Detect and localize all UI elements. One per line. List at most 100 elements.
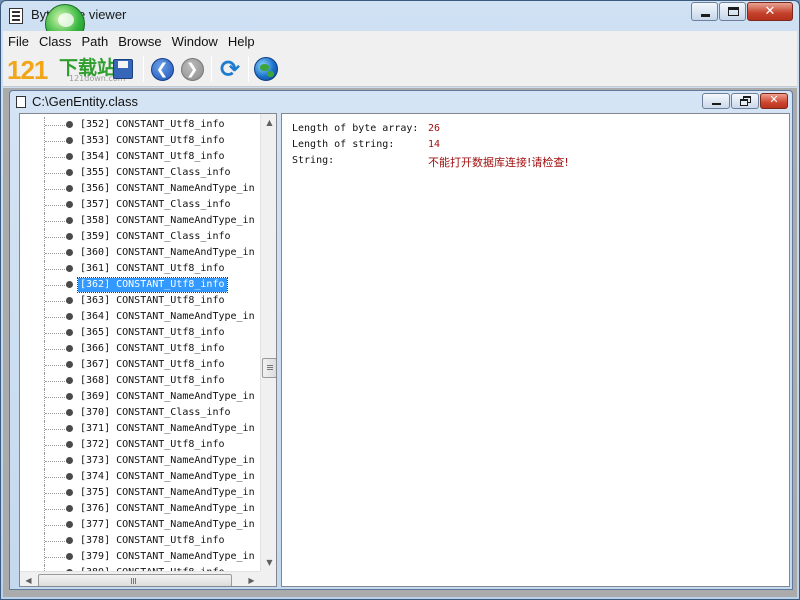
horizontal-scroll-thumb[interactable]: [38, 574, 232, 586]
tree-item[interactable]: [356] CONSTANT_NameAndType_in: [20, 181, 258, 197]
tree-item[interactable]: [355] CONSTANT_Class_info: [20, 165, 258, 181]
scroll-down-icon[interactable]: ▼: [261, 554, 276, 571]
save-icon: [113, 59, 133, 79]
tree-item[interactable]: [373] CONSTANT_NameAndType_in: [20, 453, 258, 469]
tree-item[interactable]: [360] CONSTANT_NameAndType_in: [20, 245, 258, 261]
tree-item-label: [375] CONSTANT_NameAndType_in: [80, 487, 255, 498]
tree-item-label: [356] CONSTANT_NameAndType_in: [80, 183, 255, 194]
tree-item[interactable]: [354] CONSTANT_Utf8_info: [20, 149, 258, 165]
menu-file[interactable]: File: [3, 34, 34, 49]
tree-item[interactable]: [352] CONSTANT_Utf8_info: [20, 117, 258, 133]
mdi-client: C:\GenEntity.class ✕ [352] CONSTANT_Utf8…: [3, 88, 797, 597]
tree-item[interactable]: [357] CONSTANT_Class_info: [20, 197, 258, 213]
globe-button[interactable]: [252, 55, 280, 83]
menu-path[interactable]: Path: [76, 34, 113, 49]
maximize-icon: [728, 7, 739, 16]
child-minimize-button[interactable]: [702, 93, 730, 109]
tree-item-label: [367] CONSTANT_Utf8_info: [80, 359, 225, 370]
tree-item[interactable]: [361] CONSTANT_Utf8_info: [20, 261, 258, 277]
tree-item-label: [355] CONSTANT_Class_info: [80, 167, 231, 178]
scroll-up-icon[interactable]: ▲: [261, 114, 276, 131]
maximize-button[interactable]: [719, 2, 746, 21]
node-bullet-icon: [66, 121, 73, 128]
menu-class[interactable]: Class: [34, 34, 77, 49]
tree-item-label: [361] CONSTANT_Utf8_info: [80, 263, 225, 274]
byte-length-label: Length of byte array:: [292, 123, 419, 134]
forward-button[interactable]: ❯: [178, 55, 206, 83]
node-bullet-icon: [66, 281, 73, 288]
node-bullet-icon: [66, 457, 73, 464]
tree-item-label: [360] CONSTANT_NameAndType_in: [80, 247, 255, 258]
tree-item[interactable]: [371] CONSTANT_NameAndType_in: [20, 421, 258, 437]
forward-icon: ❯: [180, 57, 204, 81]
node-bullet-icon: [66, 409, 73, 416]
vertical-scroll-thumb[interactable]: [262, 358, 276, 378]
node-bullet-icon: [66, 505, 73, 512]
tree-item-label: [365] CONSTANT_Utf8_info: [80, 327, 225, 338]
scroll-corner: [260, 571, 276, 586]
node-bullet-icon: [66, 249, 73, 256]
tree-item-label: [358] CONSTANT_NameAndType_in: [80, 215, 255, 226]
tree-item-label: [354] CONSTANT_Utf8_info: [80, 151, 225, 162]
tree-item[interactable]: [376] CONSTANT_NameAndType_in: [20, 501, 258, 517]
tree-item[interactable]: [359] CONSTANT_Class_info: [20, 229, 258, 245]
tree-item[interactable]: [368] CONSTANT_Utf8_info: [20, 373, 258, 389]
menu-help[interactable]: Help: [223, 34, 260, 49]
tree-list: [352] CONSTANT_Utf8_info [353] CONSTANT_U…: [20, 117, 258, 581]
minimize-button[interactable]: [691, 2, 718, 21]
child-restore-button[interactable]: [731, 93, 759, 109]
tree-item[interactable]: [362] CONSTANT_Utf8_info: [20, 277, 258, 293]
tree-item[interactable]: [364] CONSTANT_NameAndType_in: [20, 309, 258, 325]
tree-item[interactable]: [369] CONSTANT_NameAndType_in: [20, 389, 258, 405]
string-length-label: Length of string:: [292, 139, 395, 150]
constant-pool-tree[interactable]: [352] CONSTANT_Utf8_info [353] CONSTANT_U…: [19, 113, 277, 587]
tree-item[interactable]: [370] CONSTANT_Class_info: [20, 405, 258, 421]
menu-window[interactable]: Window: [167, 34, 223, 49]
tree-item-label: [373] CONSTANT_NameAndType_in: [80, 455, 255, 466]
back-button[interactable]: ❮: [148, 55, 176, 83]
tree-item-label: [366] CONSTANT_Utf8_info: [80, 343, 225, 354]
tree-item-label: [377] CONSTANT_NameAndType_in: [80, 519, 255, 530]
menu-bar: File Class Path Browse Window Help: [3, 31, 797, 51]
tree-item[interactable]: [379] CONSTANT_NameAndType_in: [20, 549, 258, 565]
tree-item-label: [372] CONSTANT_Utf8_info: [80, 439, 225, 450]
node-bullet-icon: [66, 345, 73, 352]
menu-browse[interactable]: Browse: [113, 34, 166, 49]
node-bullet-icon: [66, 201, 73, 208]
tree-item-label: [374] CONSTANT_NameAndType_in: [80, 471, 255, 482]
node-bullet-icon: [66, 441, 73, 448]
tree-item-label: [370] CONSTANT_Class_info: [80, 407, 231, 418]
close-button[interactable]: ✕: [747, 2, 793, 21]
tree-item[interactable]: [366] CONSTANT_Utf8_info: [20, 341, 258, 357]
tree-item[interactable]: [378] CONSTANT_Utf8_info: [20, 533, 258, 549]
node-bullet-icon: [66, 233, 73, 240]
vertical-scrollbar[interactable]: ▲ ▼: [260, 114, 276, 571]
refresh-icon: ⟳: [219, 55, 241, 83]
tree-item[interactable]: [375] CONSTANT_NameAndType_in: [20, 485, 258, 501]
tree-item[interactable]: [367] CONSTANT_Utf8_info: [20, 357, 258, 373]
scroll-right-icon[interactable]: ▶: [243, 572, 260, 586]
refresh-button[interactable]: ⟳: [216, 55, 244, 83]
tree-item[interactable]: [353] CONSTANT_Utf8_info: [20, 133, 258, 149]
node-bullet-icon: [66, 329, 73, 336]
back-icon: ❮: [150, 57, 174, 81]
tree-item-label: [353] CONSTANT_Utf8_info: [80, 135, 225, 146]
node-bullet-icon: [66, 137, 73, 144]
tree-item[interactable]: [358] CONSTANT_NameAndType_in: [20, 213, 258, 229]
tree-item[interactable]: [372] CONSTANT_Utf8_info: [20, 437, 258, 453]
child-close-button[interactable]: ✕: [760, 93, 788, 109]
node-bullet-icon: [66, 393, 73, 400]
close-icon: ✕: [769, 93, 779, 106]
tree-item-label: [357] CONSTANT_Class_info: [80, 199, 231, 210]
tree-item[interactable]: [374] CONSTANT_NameAndType_in: [20, 469, 258, 485]
tree-item[interactable]: [365] CONSTANT_Utf8_info: [20, 325, 258, 341]
tree-item-label: [363] CONSTANT_Utf8_info: [80, 295, 225, 306]
scroll-left-icon[interactable]: ◀: [20, 572, 37, 586]
tree-item[interactable]: [363] CONSTANT_Utf8_info: [20, 293, 258, 309]
node-bullet-icon: [66, 185, 73, 192]
app-window: Bytecode viewer ✕ File Class Path Browse…: [0, 0, 800, 600]
toolbar: 121 下载站 121down.com ❮ ❯ ⟳: [3, 51, 797, 87]
tree-item[interactable]: [377] CONSTANT_NameAndType_in: [20, 517, 258, 533]
save-button[interactable]: [109, 55, 137, 83]
horizontal-scrollbar[interactable]: ◀ ▶: [20, 571, 260, 586]
